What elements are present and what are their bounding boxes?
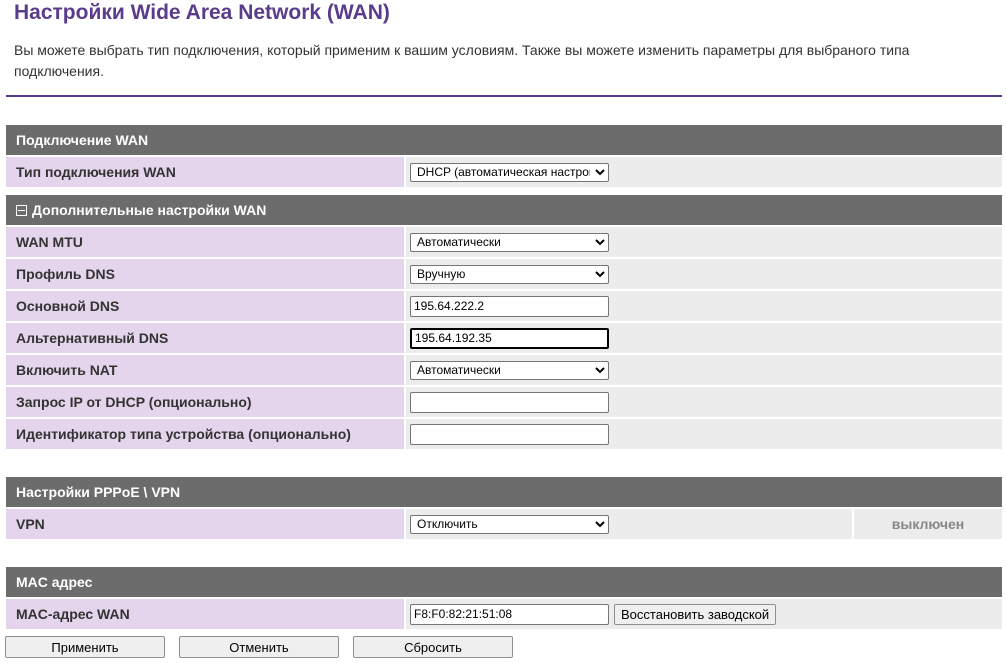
vpn-label: VPN bbox=[6, 509, 404, 539]
mtu-row: WAN MTU Автоматически bbox=[6, 227, 1002, 257]
primary-dns-input[interactable] bbox=[410, 295, 609, 317]
wan-mac-label: MAC-адрес WAN bbox=[6, 599, 404, 629]
dhcp-ip-input[interactable] bbox=[410, 391, 609, 413]
alt-dns-row: Альтернативный DNS bbox=[6, 323, 1002, 353]
advanced-header[interactable]: Дополнительные настройки WAN bbox=[6, 195, 1002, 225]
dns-profile-select[interactable]: Вручную bbox=[410, 264, 609, 284]
title-divider bbox=[6, 95, 1002, 97]
wan-connection-section: Подключение WAN Тип подключения WAN DHCP… bbox=[6, 125, 1002, 187]
restore-default-mac-button[interactable]: Восстановить заводской bbox=[614, 603, 777, 625]
alt-dns-label: Альтернативный DNS bbox=[6, 323, 404, 353]
vpn-status: выключен bbox=[854, 509, 1002, 539]
advanced-section: Дополнительные настройки WAN WAN MTU Авт… bbox=[6, 195, 1002, 449]
wan-type-label: Тип подключения WAN bbox=[6, 157, 404, 187]
vpn-row: VPN Отключить выключен bbox=[6, 509, 1002, 539]
mac-header: MAC адрес bbox=[6, 567, 1002, 597]
dns-profile-label: Профиль DNS bbox=[6, 259, 404, 289]
mac-section: MAC адрес MAC-адрес WAN Восстановить зав… bbox=[6, 567, 1002, 629]
mtu-select[interactable]: Автоматически bbox=[410, 232, 609, 252]
apply-button[interactable]: Применить bbox=[5, 636, 165, 658]
alt-dns-input[interactable] bbox=[410, 327, 609, 349]
reset-button[interactable]: Сбросить bbox=[353, 636, 513, 658]
wan-type-row: Тип подключения WAN DHCP (автоматическая… bbox=[6, 157, 1002, 187]
nat-row: Включить NAT Автоматически bbox=[6, 355, 1002, 385]
dhcp-ip-row: Запрос IP от DHCP (опционально) bbox=[6, 387, 1002, 417]
wan-type-select[interactable]: DHCP (автоматическая настройка) bbox=[410, 162, 609, 182]
nat-select[interactable]: Автоматически bbox=[410, 360, 609, 380]
device-type-input[interactable] bbox=[410, 423, 609, 445]
primary-dns-row: Основной DNS bbox=[6, 291, 1002, 321]
pppoe-section: Настройки PPPoE \ VPN VPN Отключить выкл… bbox=[6, 477, 1002, 539]
mtu-label: WAN MTU bbox=[6, 227, 404, 257]
collapse-icon[interactable] bbox=[16, 205, 27, 216]
cancel-button[interactable]: Отменить bbox=[179, 636, 339, 658]
dhcp-ip-label: Запрос IP от DHCP (опционально) bbox=[6, 387, 404, 417]
nat-label: Включить NAT bbox=[6, 355, 404, 385]
device-type-row: Идентификатор типа устройства (опциональ… bbox=[6, 419, 1002, 449]
wan-mac-row: MAC-адрес WAN Восстановить заводской bbox=[6, 599, 1002, 629]
primary-dns-label: Основной DNS bbox=[6, 291, 404, 321]
wan-connection-header: Подключение WAN bbox=[6, 125, 1002, 155]
device-type-label: Идентификатор типа устройства (опциональ… bbox=[6, 419, 404, 449]
pppoe-header: Настройки PPPoE \ VPN bbox=[6, 477, 1002, 507]
page-description: Вы можете выбрать тип подключения, котор… bbox=[14, 42, 910, 79]
page-title: Настройки Wide Area Network (WAN) bbox=[14, 1, 390, 24]
wan-mac-input[interactable] bbox=[410, 603, 609, 625]
vpn-select[interactable]: Отключить bbox=[410, 514, 609, 534]
dns-profile-row: Профиль DNS Вручную bbox=[6, 259, 1002, 289]
